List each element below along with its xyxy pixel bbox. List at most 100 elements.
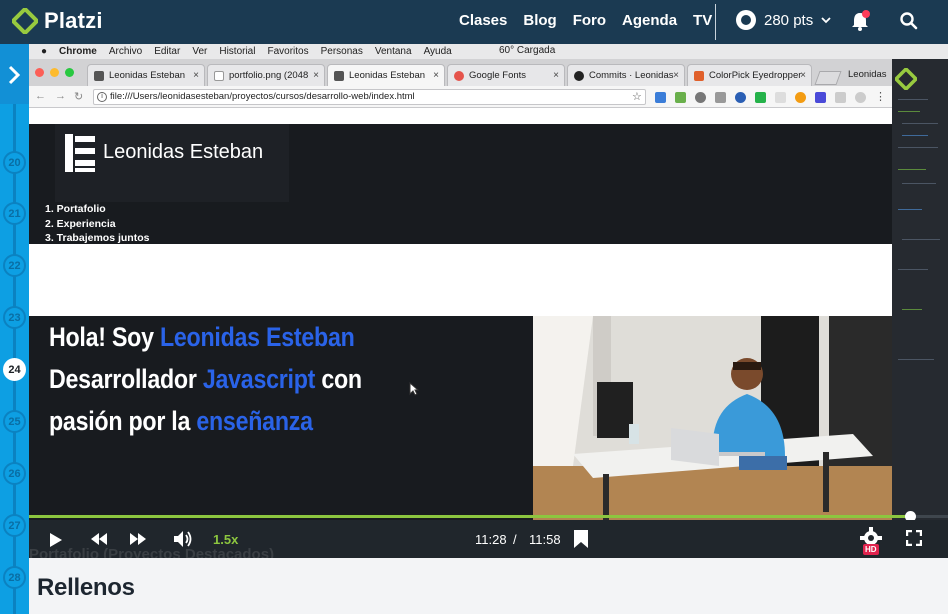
hero-section: Hola! Soy Leonidas Esteban Desarrollador… xyxy=(29,316,892,520)
menu-item-portafolio: 1. Portafolio xyxy=(45,203,106,215)
duration: 11:58 xyxy=(529,532,561,547)
extension-icon xyxy=(695,92,706,103)
notification-badge xyxy=(862,10,870,18)
hero-photo xyxy=(533,316,892,520)
points-dropdown[interactable]: 280 pts xyxy=(736,10,831,30)
site-header: Leonidas Esteban 1. Portafolio 2. Experi… xyxy=(29,124,892,244)
extension-icon xyxy=(835,92,846,103)
code-editor-strip xyxy=(892,59,948,520)
points-value: 280 pts xyxy=(764,11,814,29)
bookmark-icon[interactable] xyxy=(573,529,589,549)
extension-icon xyxy=(795,92,806,103)
platzi-logo-text: Platzi xyxy=(44,8,103,33)
mac-menu-ayuda: Ayuda xyxy=(423,46,452,57)
address-url: file:///Users/leonidasesteban/proyectos/… xyxy=(110,91,415,102)
site-brand: Leonidas Esteban xyxy=(55,124,289,202)
mac-menu-editar: Editar xyxy=(154,46,181,57)
nav-clases[interactable]: Clases xyxy=(459,12,507,29)
mac-menu-chrome: Chrome xyxy=(59,46,97,57)
lesson-node-25[interactable]: 25 xyxy=(3,410,26,433)
player-controls: Portafolio (Proyectos Destacados) 1.5x 1… xyxy=(29,520,948,558)
lesson-node-27[interactable]: 27 xyxy=(3,514,26,537)
platzi-watermark-icon xyxy=(895,68,917,90)
reload-icon: ↻ xyxy=(74,91,84,103)
mac-menu-favoritos: Favoritos xyxy=(267,46,309,57)
hero-text: Hola! Soy xyxy=(49,322,160,352)
browser-toolbar: ← → ↻ i file:///Users/leonidasesteban/pr… xyxy=(29,86,892,108)
search-icon[interactable] xyxy=(899,11,919,31)
hero-text: con xyxy=(315,364,362,394)
volume-icon[interactable] xyxy=(173,530,193,548)
close-tab-icon: × xyxy=(553,70,559,81)
lesson-node-20[interactable]: 20 xyxy=(3,151,26,174)
lesson-node-23[interactable]: 23 xyxy=(3,306,26,329)
hd-badge: HD xyxy=(863,544,879,555)
video-player[interactable]: ● Chrome Archivo Editar Ver Historial Fa… xyxy=(29,44,948,558)
bookmark-star-icon: ☆ xyxy=(632,91,642,103)
underlying-section-heading: Portafolio (Proyectos Destacados) xyxy=(29,546,275,558)
tab-label: Commits · Leonidas xyxy=(589,70,674,81)
tab-label: Leonidas Esteban xyxy=(349,70,426,81)
browser-tabstrip: Leonidas Esteban × portfolio.png (2048 × L… xyxy=(29,59,892,86)
nav-foro[interactable]: Foro xyxy=(573,12,606,29)
brand-name: Leonidas Esteban xyxy=(103,141,264,163)
lesson-node-26[interactable]: 26 xyxy=(3,462,26,485)
main-nav: Clases Blog Foro Agenda TV xyxy=(459,12,728,29)
mac-menu-personas: Personas xyxy=(320,46,363,57)
lesson-node-21[interactable]: 21 xyxy=(3,202,26,225)
tab-label: Google Fonts xyxy=(469,70,527,81)
website-preview: Leonidas Esteban 1. Portafolio 2. Experi… xyxy=(29,108,892,520)
close-tab-icon: × xyxy=(313,70,319,81)
nav-agenda[interactable]: Agenda xyxy=(622,12,677,29)
page-icon xyxy=(94,70,104,81)
play-icon[interactable] xyxy=(49,532,63,548)
mac-menu-historial: Historial xyxy=(219,46,256,57)
nav-blog[interactable]: Blog xyxy=(523,12,556,29)
tab-label: portfolio.png (2048 xyxy=(229,70,309,81)
chevron-right-icon[interactable] xyxy=(6,64,22,86)
current-time: 11:28 xyxy=(475,532,507,547)
lesson-info: Rellenos xyxy=(29,558,948,614)
menu-item-experiencia: 2. Experiencia xyxy=(45,217,116,230)
tab-label: ColorPick Eyedropper xyxy=(709,70,802,81)
hero-text: pasión por la xyxy=(49,406,197,436)
hero-headline: Hola! Soy Leonidas Esteban Desarrollador… xyxy=(49,316,453,442)
extension-icon xyxy=(815,92,826,103)
back-icon: ← xyxy=(35,90,46,102)
hero-text: Desarrollador xyxy=(49,364,203,394)
android-icon xyxy=(675,92,686,103)
nav-divider xyxy=(715,4,716,40)
apple-icon: ● xyxy=(41,46,48,57)
hero-highlight: Javascript xyxy=(202,364,316,394)
extension-icon xyxy=(775,92,786,103)
fast-forward-icon[interactable] xyxy=(130,533,146,545)
playback-speed[interactable]: 1.5x xyxy=(213,532,238,547)
platzi-logo[interactable]: Platzi xyxy=(12,8,103,34)
lesson-node-22[interactable]: 22 xyxy=(3,254,26,277)
brand-logo-icon xyxy=(65,134,95,172)
extension-icon xyxy=(755,92,766,103)
close-tab-icon: × xyxy=(800,70,806,81)
lesson-node-24-current[interactable]: 24 xyxy=(3,358,26,381)
nav-tv[interactable]: TV xyxy=(693,12,712,29)
github-icon xyxy=(574,70,584,81)
hero-highlight: Leonidas Esteban xyxy=(159,322,355,352)
mac-status: 60° Cargada xyxy=(499,45,556,56)
lesson-title: Rellenos xyxy=(37,574,135,601)
close-tab-icon: × xyxy=(433,70,439,81)
rewind-icon[interactable] xyxy=(91,533,107,545)
points-icon xyxy=(736,10,756,30)
browser-tab: portfolio.png (2048 × xyxy=(207,64,325,86)
lesson-node-28[interactable]: 28 xyxy=(3,566,26,589)
google-fonts-icon xyxy=(454,70,464,81)
address-bar: i file:///Users/leonidasesteban/proyecto… xyxy=(93,89,646,105)
browser-profile: Leonidas xyxy=(848,69,887,80)
new-tab-button xyxy=(814,71,842,85)
extension-icon xyxy=(735,92,746,103)
fullscreen-icon[interactable] xyxy=(906,530,922,546)
info-icon: i xyxy=(97,92,107,102)
hero-highlight: enseñanza xyxy=(196,406,313,436)
file-icon xyxy=(214,70,224,81)
extension-icon xyxy=(855,92,866,103)
tab-label: Leonidas Esteban xyxy=(109,70,186,81)
